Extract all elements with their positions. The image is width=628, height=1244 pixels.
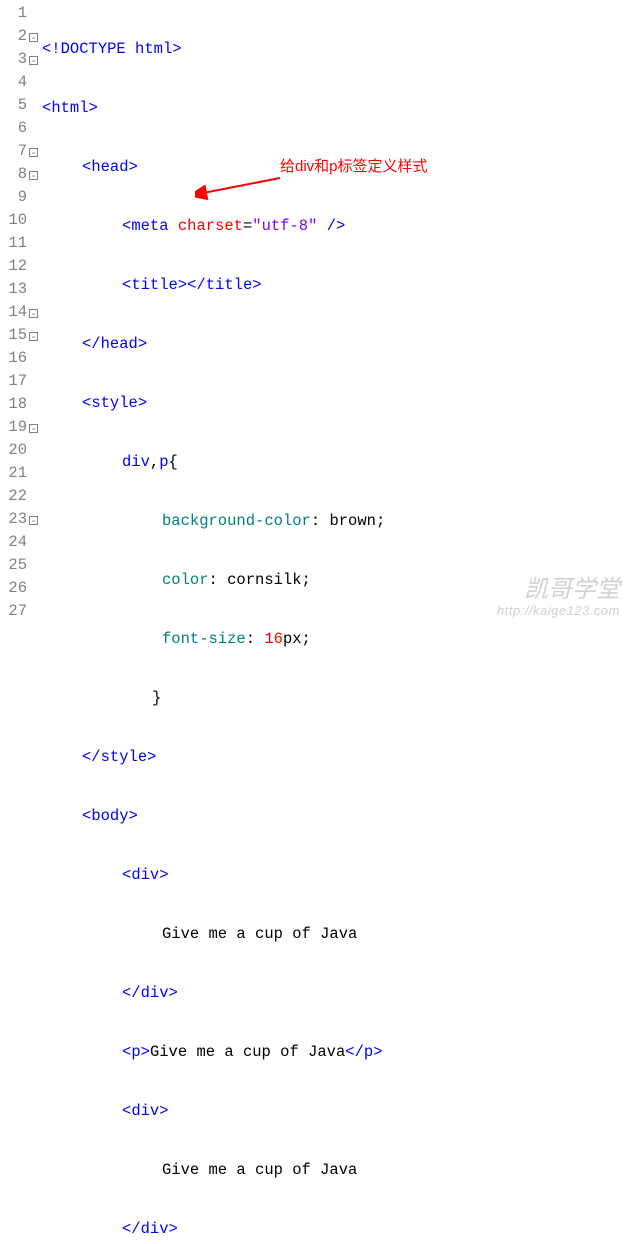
code-line: background-color: brown; xyxy=(42,510,628,533)
code-line: <title></title> xyxy=(42,274,628,297)
line-number: 22 xyxy=(0,485,30,508)
line-number: 5 xyxy=(0,94,30,117)
code-line: font-size: 16px; xyxy=(42,628,628,651)
code-line: </div> xyxy=(42,1218,628,1241)
line-number: 18 xyxy=(0,393,30,416)
line-number: 2 xyxy=(0,25,30,48)
line-number: 21 xyxy=(0,462,30,485)
line-number: 7 xyxy=(0,140,30,163)
line-number: 24 xyxy=(0,531,30,554)
code-line: <html> xyxy=(42,97,628,120)
line-number: 16 xyxy=(0,347,30,370)
code-line: <meta charset="utf-8" /> xyxy=(42,215,628,238)
line-number: 27 xyxy=(0,600,30,623)
line-number: 23 xyxy=(0,508,30,531)
code-line: <body> xyxy=(42,805,628,828)
code-area[interactable]: <!DOCTYPE html> <html> <head> <meta char… xyxy=(30,0,628,622)
code-line: Give me a cup of Java xyxy=(42,1159,628,1182)
line-number: 9 xyxy=(0,186,30,209)
code-line: </head> xyxy=(42,333,628,356)
line-number: 3 xyxy=(0,48,30,71)
annotation-text: 给div和p标签定义样式 xyxy=(280,155,428,176)
code-line: div,p{ xyxy=(42,451,628,474)
line-number: 6 xyxy=(0,117,30,140)
code-line: </div> xyxy=(42,982,628,1005)
line-number: 17 xyxy=(0,370,30,393)
line-number: 11 xyxy=(0,232,30,255)
code-line: } xyxy=(42,687,628,710)
code-line: Give me a cup of Java xyxy=(42,923,628,946)
line-number: 10 xyxy=(0,209,30,232)
code-line: <style> xyxy=(42,392,628,415)
line-number: 13 xyxy=(0,278,30,301)
line-number: 25 xyxy=(0,554,30,577)
line-number: 12 xyxy=(0,255,30,278)
code-line: <div> xyxy=(42,1100,628,1123)
line-number: 14 xyxy=(0,301,30,324)
code-line: <!DOCTYPE html> xyxy=(42,38,628,61)
line-number: 4 xyxy=(0,71,30,94)
line-number: 15 xyxy=(0,324,30,347)
line-number-gutter: 1 2 3 4 5 6 7 8 9 10 11 12 13 14 15 16 1… xyxy=(0,0,30,622)
code-line: <p>Give me a cup of Java</p> xyxy=(42,1041,628,1064)
line-number: 20 xyxy=(0,439,30,462)
line-number: 19 xyxy=(0,416,30,439)
code-line: color: cornsilk; xyxy=(42,569,628,592)
line-number: 26 xyxy=(0,577,30,600)
line-number: 8 xyxy=(0,163,30,186)
code-line: <div> xyxy=(42,864,628,887)
line-number: 1 xyxy=(0,2,30,25)
code-line: </style> xyxy=(42,746,628,769)
code-editor: 1 2 3 4 5 6 7 8 9 10 11 12 13 14 15 16 1… xyxy=(0,0,628,622)
